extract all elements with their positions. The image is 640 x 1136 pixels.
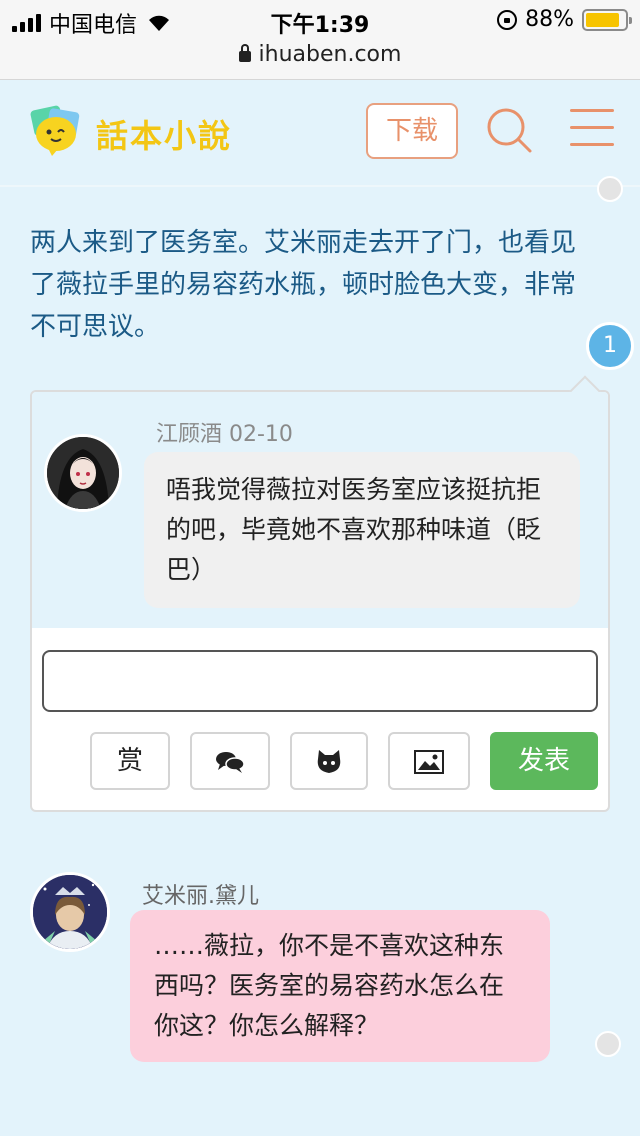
site-header: 話本小說 下载 [0, 81, 640, 187]
speaker-avatar[interactable] [30, 872, 110, 952]
comment-bubble: 唔我觉得薇拉对医务室应该挺抗拒的吧，毕竟她不喜欢那种味道（眨巴） [144, 452, 580, 608]
comment-area: 江顾酒 02-10 唔我觉得薇拉对医务室应该挺抗拒的吧，毕竟她不喜欢那种味道（眨… [32, 392, 608, 628]
mascot-logo-icon [30, 105, 80, 156]
speaker-name: 艾米丽.黛儿 [142, 884, 259, 909]
url-bar[interactable]: ihuaben.com [0, 40, 640, 80]
comment-count-badge[interactable]: 1 [586, 322, 634, 370]
status-right: 88% [497, 7, 632, 32]
commenter-avatar[interactable] [44, 434, 122, 512]
image-upload-button[interactable] [388, 732, 470, 790]
send-button[interactable]: 发表 [490, 732, 598, 790]
image-icon [414, 749, 444, 774]
url-text: ihuaben.com [258, 42, 402, 67]
menu-icon[interactable] [570, 109, 614, 149]
sticker-button[interactable] [290, 732, 368, 790]
battery-icon [582, 8, 632, 31]
avatar-image-icon [47, 437, 119, 509]
dialogue-bubble: ……薇拉，你不是不喜欢这种东西吗？医务室的易容药水怎么在你这？你怎么解释？ [130, 910, 550, 1062]
comment-panel: 江顾酒 02-10 唔我觉得薇拉对医务室应该挺抗拒的吧，毕竟她不喜欢那种味道（眨… [30, 375, 610, 812]
bubble-dot[interactable] [595, 1031, 621, 1057]
story-narration: 两人来到了医务室。艾米丽走去开了门，也看见了薇拉手里的易容药水瓶，顿时脸色大变，… [30, 228, 577, 342]
download-button[interactable]: 下载 [366, 103, 458, 159]
search-icon[interactable] [484, 105, 534, 155]
status-bar: 中国电信 下午1:39 88% [0, 0, 640, 40]
site-logo[interactable]: 話本小說 [26, 99, 256, 169]
speaker-avatar-image-icon [33, 875, 107, 949]
logo-text: 話本小說 [96, 117, 233, 155]
battery-percent: 88% [525, 7, 574, 32]
chat-bubbles-icon [216, 751, 245, 773]
chat-emote-button[interactable] [190, 732, 270, 790]
reply-input[interactable] [42, 650, 598, 712]
padlock-icon [238, 44, 251, 62]
bubble-dot[interactable] [597, 176, 623, 202]
cat-face-icon [317, 749, 341, 773]
reward-button[interactable]: 赏 [90, 732, 170, 790]
rotation-lock-icon [497, 9, 518, 30]
comment-meta: 江顾酒 02-10 [156, 422, 293, 447]
